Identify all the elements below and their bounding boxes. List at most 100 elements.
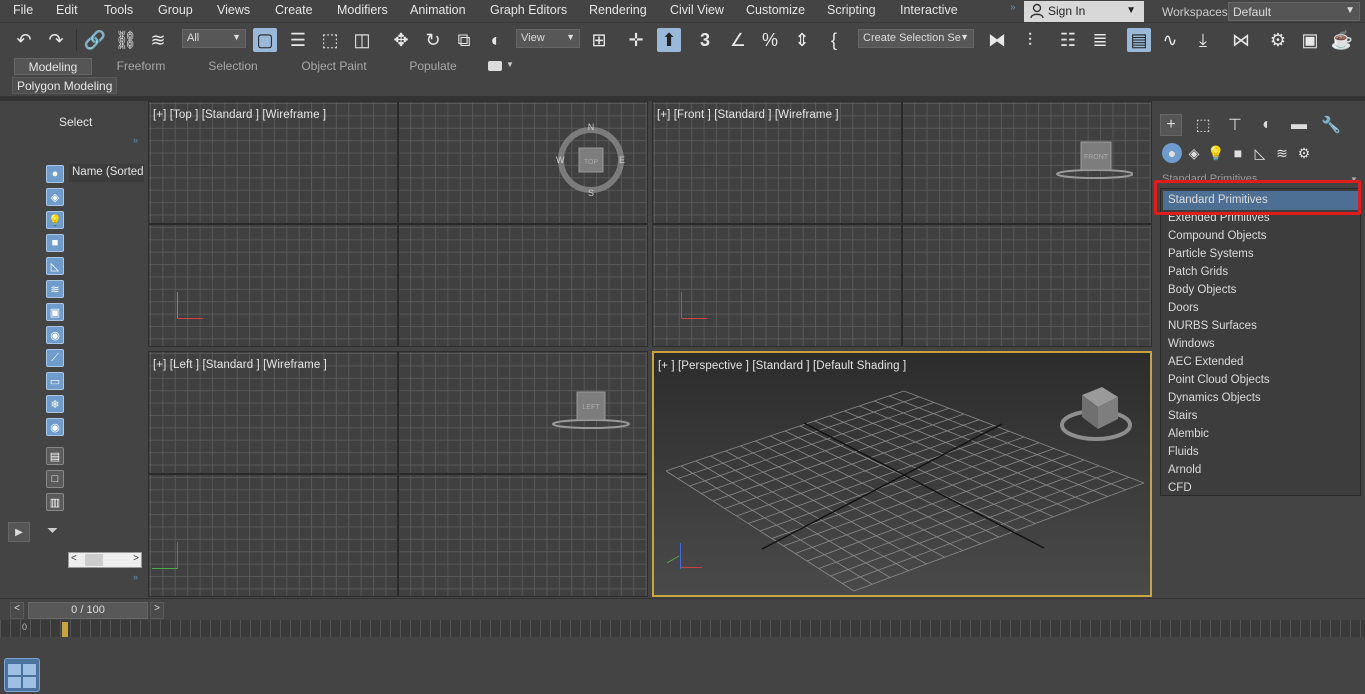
select-manipulate-icon[interactable]: ✛ — [624, 28, 648, 52]
dropdown-option[interactable]: CFD — [1168, 482, 1192, 494]
display-xrefs-icon[interactable]: ◉ — [45, 325, 65, 345]
lights-category-icon[interactable]: 💡 — [1206, 143, 1226, 163]
viewport-top[interactable]: [+] [Top ] [Standard ] [Wireframe ] TOP … — [148, 101, 648, 347]
dropdown-option[interactable]: Alembic — [1168, 428, 1209, 440]
menu-graph-editors[interactable]: Graph Editors — [490, 3, 567, 17]
dropdown-option[interactable]: Stairs — [1168, 410, 1197, 422]
align-icon[interactable]: ⫶ — [1018, 28, 1042, 52]
ribbon-options-icon[interactable] — [488, 61, 502, 71]
menu-civil-view[interactable]: Civil View — [670, 3, 724, 17]
viewport-label[interactable]: [+] [Front ] [Standard ] [Wireframe ] — [657, 109, 839, 121]
overflow-chevron-icon[interactable]: » — [1010, 2, 1016, 13]
hierarchy-tab-icon[interactable]: ⊤ — [1224, 114, 1246, 136]
display-bones-icon[interactable]: ⟋ — [45, 348, 65, 368]
expand-arrow-icon[interactable]: ▶ — [8, 522, 30, 542]
dropdown-option[interactable]: NURBS Surfaces — [1168, 320, 1257, 332]
material-editor-icon[interactable]: ⋈ — [1229, 28, 1253, 52]
toggle-ribbon-icon[interactable]: ▤ — [1127, 28, 1151, 52]
render-setup-icon[interactable]: ⚙ — [1266, 28, 1290, 52]
viewport-layout-button[interactable] — [4, 658, 40, 692]
placement-icon[interactable]: ◐ — [484, 28, 508, 52]
filter-icon[interactable]: ⏷ — [47, 522, 58, 539]
display-tab-icon[interactable]: ▬ — [1288, 114, 1310, 136]
next-frame-icon[interactable]: > — [150, 602, 164, 619]
tab-populate[interactable]: Populate — [398, 58, 468, 75]
selection-filter-select[interactable]: All ▼ — [182, 29, 246, 48]
undo-icon[interactable]: ↶ — [12, 28, 36, 52]
expand-chevron-icon[interactable]: » — [133, 135, 138, 145]
menu-file[interactable]: File — [13, 3, 33, 17]
dropdown-option[interactable]: Arnold — [1168, 464, 1201, 476]
chevron-down-icon[interactable]: ▼ — [506, 60, 514, 69]
percent-snap-icon[interactable]: % — [758, 28, 782, 52]
scroll-right-icon[interactable]: > — [133, 553, 139, 564]
display-hidden-icon[interactable]: ◉ — [45, 417, 65, 437]
layer-explorer-icon[interactable]: ≣ — [1088, 28, 1112, 52]
previous-frame-icon[interactable]: < — [10, 602, 24, 619]
select-by-name-icon[interactable]: ☰ — [286, 28, 310, 52]
menu-customize[interactable]: Customize — [746, 3, 805, 17]
menu-modifiers[interactable]: Modifiers — [337, 3, 388, 17]
menu-tools[interactable]: Tools — [104, 3, 133, 17]
edit-named-selection-icon[interactable]: { — [822, 28, 846, 52]
viewcube-icon[interactable] — [1058, 381, 1134, 445]
window-crossing-icon[interactable]: ◫ — [350, 28, 374, 52]
viewport-perspective[interactable]: [+ ] [Perspective ] [Standard ] [Default… — [652, 351, 1152, 597]
keyboard-shortcut-override-icon[interactable]: ⬆ — [657, 28, 681, 52]
named-selection-sets-select[interactable]: Create Selection Se ▼ — [858, 29, 974, 48]
viewcube-icon[interactable]: FRONT — [1053, 138, 1133, 182]
dropdown-option[interactable]: Particle Systems — [1168, 248, 1254, 260]
utilities-tab-icon[interactable]: 🔧 — [1320, 114, 1342, 136]
dropdown-option[interactable]: AEC Extended — [1168, 356, 1243, 368]
menu-rendering[interactable]: Rendering — [589, 3, 647, 17]
curve-editor-icon[interactable]: ∿ — [1158, 28, 1182, 52]
unlink-icon[interactable]: ⛓ — [114, 28, 138, 52]
menu-group[interactable]: Group — [158, 3, 193, 17]
viewport-label[interactable]: [+] [Left ] [Standard ] [Wireframe ] — [153, 359, 327, 371]
motion-tab-icon[interactable]: ◐ — [1256, 114, 1278, 136]
geometry-category-icon[interactable]: ● — [1162, 143, 1182, 163]
dropdown-option[interactable]: Compound Objects — [1168, 230, 1266, 242]
sign-in-dropdown[interactable]: Sign In ▼ — [1024, 1, 1144, 22]
polygon-modeling-panel[interactable]: Polygon Modeling — [12, 77, 118, 94]
angle-snap-icon[interactable]: ∠ — [726, 28, 750, 52]
rectangular-selection-icon[interactable]: ⬚ — [318, 28, 342, 52]
pivot-center-icon[interactable]: ⊞ — [587, 28, 611, 52]
select-object-icon[interactable]: ▢ — [253, 28, 277, 52]
scene-explorer-icon[interactable]: ☷ — [1056, 28, 1080, 52]
display-none-icon[interactable]: □ — [45, 469, 65, 489]
schematic-view-icon[interactable]: ⤓ — [1191, 28, 1215, 52]
display-groups-icon[interactable]: ▣ — [45, 302, 65, 322]
scroll-left-icon[interactable]: < — [71, 553, 77, 564]
modify-tab-icon[interactable]: ⬚ — [1192, 114, 1214, 136]
tab-modeling[interactable]: Modeling — [14, 58, 92, 75]
helpers-category-icon[interactable]: ◺ — [1250, 143, 1270, 163]
tab-selection[interactable]: Selection — [196, 58, 270, 75]
menu-edit[interactable]: Edit — [56, 3, 78, 17]
display-cameras-icon[interactable]: ■ — [45, 233, 65, 253]
spinner-snap-icon[interactable]: ⇕ — [790, 28, 814, 52]
menu-animation[interactable]: Animation — [410, 3, 466, 17]
scale-icon[interactable]: ⧉ — [452, 28, 476, 52]
display-geometry-icon[interactable]: ● — [45, 164, 65, 184]
explorer-scrollbar[interactable]: < > — [68, 552, 142, 568]
snaps-toggle-icon[interactable]: 3 — [693, 28, 717, 52]
time-slider[interactable]: 0 / 100 — [28, 602, 148, 619]
menu-interactive[interactable]: Interactive — [900, 3, 958, 17]
viewcube-compass-icon[interactable]: TOP N S E W — [555, 122, 625, 198]
display-containers-icon[interactable]: ▭ — [45, 371, 65, 391]
dropdown-option[interactable]: Windows — [1168, 338, 1215, 350]
menu-views[interactable]: Views — [217, 3, 250, 17]
link-icon[interactable]: 🔗 — [83, 28, 107, 52]
menu-create[interactable]: Create — [275, 3, 313, 17]
display-all-icon[interactable]: ▤ — [45, 446, 65, 466]
rendered-frame-window-icon[interactable]: ▣ — [1298, 28, 1322, 52]
expand-chevron-icon[interactable]: » — [133, 572, 138, 582]
create-tab-icon[interactable]: + — [1160, 114, 1182, 136]
space-warps-category-icon[interactable]: ≋ — [1272, 143, 1292, 163]
display-shapes-icon[interactable]: ◈ — [45, 187, 65, 207]
viewport-left[interactable]: [+] [Left ] [Standard ] [Wireframe ] LEF… — [148, 351, 648, 597]
move-icon[interactable]: ✥ — [389, 28, 413, 52]
render-production-icon[interactable]: ☕ — [1330, 28, 1354, 52]
select-menu-label[interactable]: Select — [59, 115, 92, 129]
